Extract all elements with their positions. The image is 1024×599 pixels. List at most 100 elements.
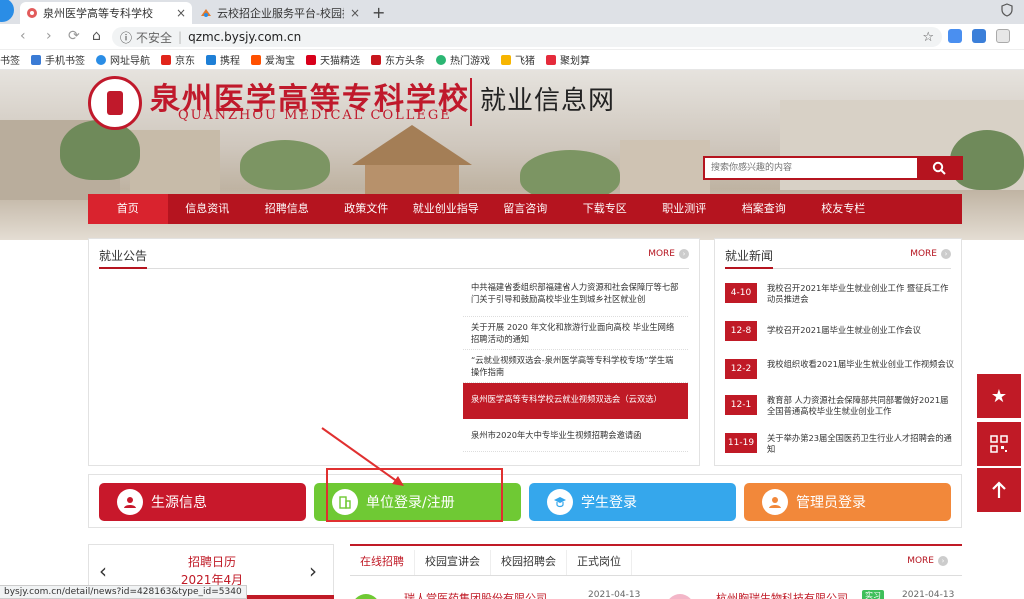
list-item[interactable]: 关于开展 2020 年文化和旅游行业面向高校 毕业生网络招聘活动的通知 — [463, 317, 688, 350]
search-button[interactable] — [917, 158, 961, 178]
news-date: 12-1 — [725, 395, 757, 415]
tab-formal-positions[interactable]: 正式岗位 — [567, 550, 632, 575]
news-title: 我校组织收看2021届毕业生就业创业工作视频会议 — [767, 359, 955, 369]
bookmark-item[interactable]: 网址导航 — [96, 52, 150, 67]
admin-login-button[interactable]: 管理员登录 — [744, 483, 951, 521]
nav-archive-query[interactable]: 档案查询 — [724, 194, 804, 224]
news-item[interactable]: 4-10 我校召开2021年毕业生就业创业工作 暨征兵工作动员推进会 — [725, 283, 955, 305]
more-link[interactable]: MORE › — [648, 249, 689, 259]
tab-campus-fairs[interactable]: 校园招聘会 — [491, 550, 567, 575]
home-icon[interactable]: ⌂ — [92, 28, 101, 44]
search-icon — [932, 161, 946, 175]
forward-icon[interactable]: › — [46, 28, 52, 44]
news-item[interactable]: 12-1 教育部 人力资源社会保障部共同部署做好2021届全国普通高校毕业生就业… — [725, 395, 955, 417]
list-item[interactable]: 中共福建省委组织部福建省人力资源和社会保障厅等七部门关于引导和鼓励高校毕业生到城… — [463, 275, 688, 317]
tab-qzmc[interactable]: 泉州医学高等专科学校 × — [20, 2, 192, 24]
address-bar[interactable]: ⓘ 不安全 | qzmc.bysjy.com.cn ☆ — [112, 27, 942, 47]
bookmark-item[interactable]: 天猫精选 — [306, 52, 360, 67]
news-panel: 就业新闻 MORE › 4-10 我校召开2021年毕业生就业创业工作 暨征兵工作… — [714, 238, 962, 466]
college-seal-logo[interactable] — [88, 76, 142, 130]
student-login-button[interactable]: 学生登录 — [529, 483, 736, 521]
address-toolbar: ‹ › ⟳ ⌂ ⓘ 不安全 | qzmc.bysjy.com.cn ☆ — [0, 24, 1024, 50]
recruitment-panel: 在线招聘 校园宣讲会 校园招聘会 正式岗位 MORE › 瑞人堂医药集团股份有限公… — [350, 544, 962, 599]
extension-icon[interactable] — [948, 29, 962, 43]
browser-logo-icon — [0, 0, 14, 22]
main-nav: 首页 信息资讯 招聘信息 政策文件 就业创业指导 留言咨询 下载专区 职业测评 … — [88, 194, 962, 224]
bookmark-item[interactable]: 书签 — [0, 52, 20, 67]
extension-icon[interactable] — [996, 29, 1010, 43]
nav-consult[interactable]: 留言咨询 — [486, 194, 566, 224]
shield-icon[interactable] — [1000, 3, 1014, 21]
news-date: 4-10 — [725, 283, 757, 303]
nav-policies[interactable]: 政策文件 — [327, 194, 407, 224]
tab-campus-talks[interactable]: 校园宣讲会 — [415, 550, 491, 575]
tab-title: 泉州医学高等专科学校 — [43, 7, 153, 20]
more-link[interactable]: MORE › — [910, 249, 951, 259]
jd-icon — [161, 54, 171, 65]
news-item[interactable]: 12-8 学校召开2021届毕业生就业创业工作会议 — [725, 321, 955, 341]
tmall-icon — [306, 54, 316, 65]
bookmark-item[interactable]: 东方头条 — [371, 52, 425, 67]
list-item[interactable]: “云就业视频双选会-泉州医学高等专科学校专场”学生端操作指南 — [463, 350, 688, 383]
panel-title: 就业公告 — [99, 247, 148, 269]
bookmark-item[interactable]: 聚划算 — [546, 52, 590, 67]
new-tab-button[interactable]: + — [372, 3, 385, 22]
ctrip-icon — [206, 54, 216, 65]
list-item-highlighted[interactable]: 泉州医学高等专科学校云就业视频双选会（云双选） — [463, 383, 688, 419]
admin-icon — [762, 489, 788, 515]
nav-news[interactable]: 信息资讯 — [168, 194, 248, 224]
source-info-button[interactable]: 生源信息 — [99, 483, 306, 521]
button-label: 生源信息 — [151, 495, 207, 511]
news-item[interactable]: 12-2 我校组织收看2021届毕业生就业创业工作视频会议 — [725, 359, 955, 379]
news-item[interactable]: 11-19 关于举办第23届全国医药卫生行业人才招聘会的通知 — [725, 433, 955, 455]
security-label: 不安全 — [136, 30, 173, 45]
nav-alumni[interactable]: 校友专栏 — [804, 194, 884, 224]
nav-assessment[interactable]: 职业测评 — [645, 194, 725, 224]
chevron-right-icon: › — [938, 556, 948, 566]
info-icon[interactable]: ⓘ — [120, 29, 132, 46]
bookmark-item[interactable]: 爱淘宝 — [251, 52, 295, 67]
url-text[interactable]: qzmc.bysjy.com.cn — [188, 30, 301, 44]
list-item[interactable]: 泉州市2020年大中专毕业生视频招聘会邀请函 — [463, 419, 688, 452]
bookmark-item[interactable]: 飞猪 — [501, 52, 535, 67]
juhuasuan-icon — [546, 54, 556, 65]
translate-icon[interactable] — [972, 29, 986, 43]
tab-online-recruitment[interactable]: 在线招聘 — [350, 550, 415, 575]
back-to-top-button[interactable] — [977, 468, 1021, 512]
news-title: 关于举办第23届全国医药卫生行业人才招聘会的通知 — [767, 433, 952, 454]
company-name[interactable]: 杭州胸瑞生物科技有限公司 — [716, 590, 848, 599]
site-favicon-icon — [200, 7, 212, 19]
tab-close-icon[interactable]: × — [170, 6, 186, 20]
search-input[interactable] — [705, 158, 917, 178]
nav-home[interactable]: 首页 — [88, 194, 168, 224]
company-name[interactable]: 瑞人堂医药集团股份有限公司 — [404, 590, 547, 599]
back-icon[interactable]: ‹ — [20, 28, 26, 44]
favorite-button[interactable]: ★ — [977, 374, 1021, 418]
announcements-panel: 就业公告 MORE › 中共福建省委组织部福建省人力资源和社会保障厅等七部门关于引… — [88, 238, 700, 466]
bookmark-item[interactable]: 手机书签 — [31, 52, 85, 67]
tab-close-icon[interactable]: × — [344, 6, 360, 20]
bookmarks-bar: 书签 手机书签 网址导航 京东 携程 爱淘宝 天猫精选 东方头条 热门游戏 飞猪… — [0, 50, 1024, 70]
internship-badge: 实习 — [862, 590, 884, 599]
news-date: 12-2 — [725, 359, 757, 379]
reload-icon[interactable]: ⟳ — [68, 28, 80, 44]
qr-code-button[interactable] — [977, 422, 1021, 466]
site-favicon-icon — [26, 7, 38, 19]
chevron-right-icon: › — [679, 249, 689, 259]
bookmark-item[interactable]: 热门游戏 — [436, 52, 490, 67]
nav-downloads[interactable]: 下载专区 — [565, 194, 645, 224]
tab-yunxiaozhao[interactable]: 云校招企业服务平台-校园招聘|校 × — [194, 2, 366, 24]
nav-career-guidance[interactable]: 就业创业指导 — [406, 194, 486, 224]
tab-title: 云校招企业服务平台-校园招聘|校 — [217, 7, 344, 20]
phone-icon — [31, 54, 41, 65]
more-link[interactable]: MORE › — [907, 556, 948, 566]
star-icon: ★ — [990, 385, 1008, 407]
panel-title: 就业新闻 — [725, 247, 774, 269]
nav-recruitment[interactable]: 招聘信息 — [247, 194, 327, 224]
button-label: 学生登录 — [581, 495, 637, 511]
bookmark-item[interactable]: 京东 — [161, 52, 195, 67]
bookmark-star-icon[interactable]: ☆ — [922, 30, 934, 45]
bookmark-item[interactable]: 携程 — [206, 52, 240, 67]
chevron-right-icon: › — [941, 249, 951, 259]
recruitment-tabs: 在线招聘 校园宣讲会 校园招聘会 正式岗位 — [350, 550, 962, 576]
